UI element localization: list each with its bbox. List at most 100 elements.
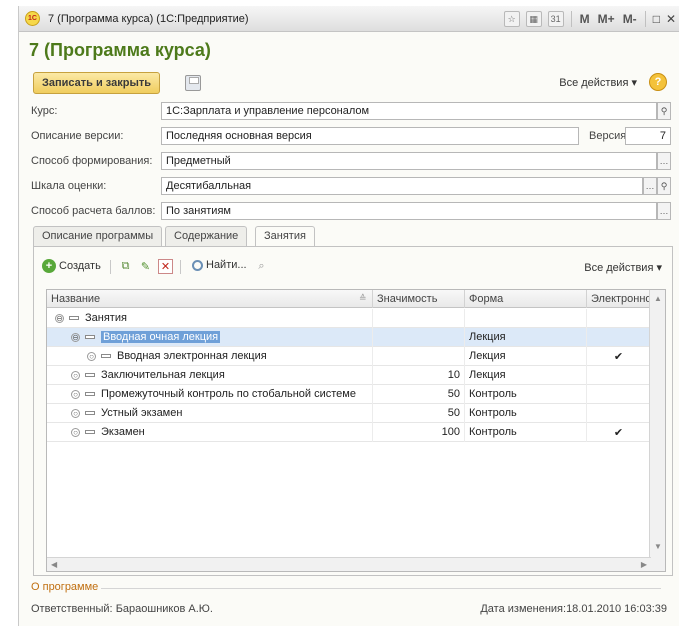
- name-cell[interactable]: ○ Промежуточный контроль по стобальной си…: [47, 385, 373, 404]
- weight-cell[interactable]: 10: [373, 366, 465, 385]
- lessons-table[interactable]: Название ≙ Значимость Форма Электронное …: [46, 289, 666, 572]
- form-cell[interactable]: Контроль: [465, 404, 587, 423]
- score-calc-field[interactable]: По занятиям: [161, 202, 657, 220]
- search-icon[interactable]: ⚲: [657, 177, 671, 195]
- app-logo-icon[interactable]: 1С: [25, 11, 40, 26]
- scroll-left-icon[interactable]: ◀: [51, 560, 57, 569]
- column-form[interactable]: Форма: [465, 290, 587, 308]
- tree-toggle-icon[interactable]: ○: [71, 370, 80, 380]
- search-icon[interactable]: ⚲: [657, 102, 671, 120]
- weight-cell[interactable]: 50: [373, 385, 465, 404]
- lesson-name: Промежуточный контроль по стобальной сис…: [101, 388, 356, 400]
- electronic-cell[interactable]: [587, 366, 651, 385]
- column-weight[interactable]: Значимость: [373, 290, 465, 308]
- method-field[interactable]: Предметный: [161, 152, 657, 170]
- table-row[interactable]: ○ Устный экзамен 50 Контроль: [47, 404, 651, 423]
- choose-icon[interactable]: …: [657, 152, 671, 170]
- lesson-name: Вводная очная лекция: [101, 331, 221, 343]
- scroll-down-icon[interactable]: ▼: [654, 542, 662, 551]
- close-icon[interactable]: ✕: [666, 12, 676, 26]
- cancel-search-icon[interactable]: ⌕: [254, 259, 269, 274]
- form-cell[interactable]: Контроль: [465, 385, 587, 404]
- favorites-icon[interactable]: ☆: [503, 11, 520, 27]
- form-cell[interactable]: Лекция: [465, 328, 587, 347]
- memory-button-m[interactable]: M: [580, 12, 590, 26]
- divider: [101, 588, 661, 589]
- table-row[interactable]: ○ Заключительная лекция 10 Лекция: [47, 366, 651, 385]
- memory-button-mminus[interactable]: M-: [623, 12, 637, 26]
- tab-content[interactable]: Содержание: [165, 226, 248, 246]
- delete-icon[interactable]: ✕: [158, 259, 173, 274]
- scale-label: Шкала оценки:: [31, 180, 107, 192]
- tree-toggle-icon[interactable]: ○: [71, 389, 80, 399]
- help-icon[interactable]: ?: [649, 73, 667, 91]
- electronic-cell[interactable]: [587, 328, 651, 347]
- table-row[interactable]: ○ Промежуточный контроль по стобальной си…: [47, 385, 651, 404]
- horizontal-scrollbar[interactable]: ◀ ▶: [47, 557, 651, 571]
- table-row[interactable]: ○ Экзамен 100 Контроль ✔: [47, 423, 651, 442]
- table-row[interactable]: ⊖ Вводная очная лекция Лекция: [47, 328, 651, 347]
- titlebar: 1С 7 (Программа курса) (1С:Предприятие) …: [19, 6, 679, 32]
- save-close-button[interactable]: Записать и закрыть: [33, 72, 161, 94]
- plus-icon: +: [42, 259, 56, 273]
- version-desc-field[interactable]: Последняя основная версия: [161, 127, 579, 145]
- name-cell[interactable]: ⊖ Вводная очная лекция: [47, 328, 373, 347]
- electronic-cell[interactable]: [587, 309, 651, 328]
- memory-button-mplus[interactable]: M+: [598, 12, 615, 26]
- column-electronic[interactable]: Электронное: [587, 290, 651, 308]
- electronic-cell[interactable]: [587, 385, 651, 404]
- electronic-cell[interactable]: ✔: [587, 347, 651, 366]
- divider: [110, 260, 111, 274]
- about-section-label[interactable]: О программе: [31, 581, 98, 593]
- column-name[interactable]: Название: [47, 290, 373, 308]
- weight-cell[interactable]: [373, 347, 465, 366]
- name-cell[interactable]: ○ Вводная электронная лекция: [47, 347, 373, 366]
- tab-lessons[interactable]: Занятия: [255, 226, 315, 247]
- choose-icon[interactable]: …: [657, 202, 671, 220]
- table-row[interactable]: ⊖ Занятия: [47, 309, 651, 328]
- calendar-icon[interactable]: 31: [547, 11, 564, 27]
- save-icon[interactable]: [185, 75, 201, 91]
- tree-toggle-icon[interactable]: ○: [71, 427, 80, 437]
- course-field[interactable]: 1С:Зарплата и управление персоналом: [161, 102, 657, 120]
- form-cell[interactable]: [465, 309, 587, 328]
- name-cell[interactable]: ○ Экзамен: [47, 423, 373, 442]
- scroll-right-icon[interactable]: ▶: [641, 560, 647, 569]
- find-button[interactable]: Найти...: [192, 259, 247, 271]
- electronic-cell[interactable]: ✔: [587, 423, 651, 442]
- tree-toggle-icon[interactable]: ○: [87, 351, 96, 361]
- scale-field[interactable]: Десятибалльная: [161, 177, 643, 195]
- scroll-up-icon[interactable]: ▲: [654, 294, 662, 303]
- divider: [570, 11, 572, 27]
- magnifier-icon: [192, 259, 203, 271]
- electronic-cell[interactable]: [587, 404, 651, 423]
- tree-toggle-icon[interactable]: ○: [71, 408, 80, 418]
- tree-toggle-icon[interactable]: ⊖: [71, 332, 80, 342]
- maximize-icon[interactable]: □: [653, 12, 660, 26]
- table-row[interactable]: ○ Вводная электронная лекция Лекция ✔: [47, 347, 651, 366]
- table-header: Название ≙ Значимость Форма Электронное: [47, 290, 665, 308]
- lesson-icon: [85, 430, 95, 435]
- weight-cell[interactable]: 50: [373, 404, 465, 423]
- vertical-scrollbar[interactable]: ▲ ▼: [649, 290, 665, 571]
- copy-icon[interactable]: ⧉: [118, 259, 133, 274]
- lessons-all-actions-menu[interactable]: Все действия ▾: [584, 261, 662, 274]
- name-cell[interactable]: ⊖ Занятия: [47, 309, 373, 328]
- all-actions-menu[interactable]: Все действия ▾: [559, 76, 637, 89]
- form-cell[interactable]: Лекция: [465, 366, 587, 385]
- name-cell[interactable]: ○ Заключительная лекция: [47, 366, 373, 385]
- form-cell[interactable]: Контроль: [465, 423, 587, 442]
- calculator-icon[interactable]: ▦: [525, 11, 542, 27]
- version-field[interactable]: 7: [625, 127, 671, 145]
- edit-icon[interactable]: ✎: [138, 259, 153, 274]
- tree-toggle-icon[interactable]: ⊖: [55, 313, 64, 323]
- form-cell[interactable]: Лекция: [465, 347, 587, 366]
- choose-icon[interactable]: …: [643, 177, 657, 195]
- tab-description[interactable]: Описание программы: [33, 226, 163, 246]
- create-button[interactable]: + Создать: [42, 259, 101, 273]
- weight-cell[interactable]: [373, 328, 465, 347]
- lesson-icon: [85, 335, 95, 340]
- weight-cell[interactable]: [373, 309, 465, 328]
- name-cell[interactable]: ○ Устный экзамен: [47, 404, 373, 423]
- weight-cell[interactable]: 100: [373, 423, 465, 442]
